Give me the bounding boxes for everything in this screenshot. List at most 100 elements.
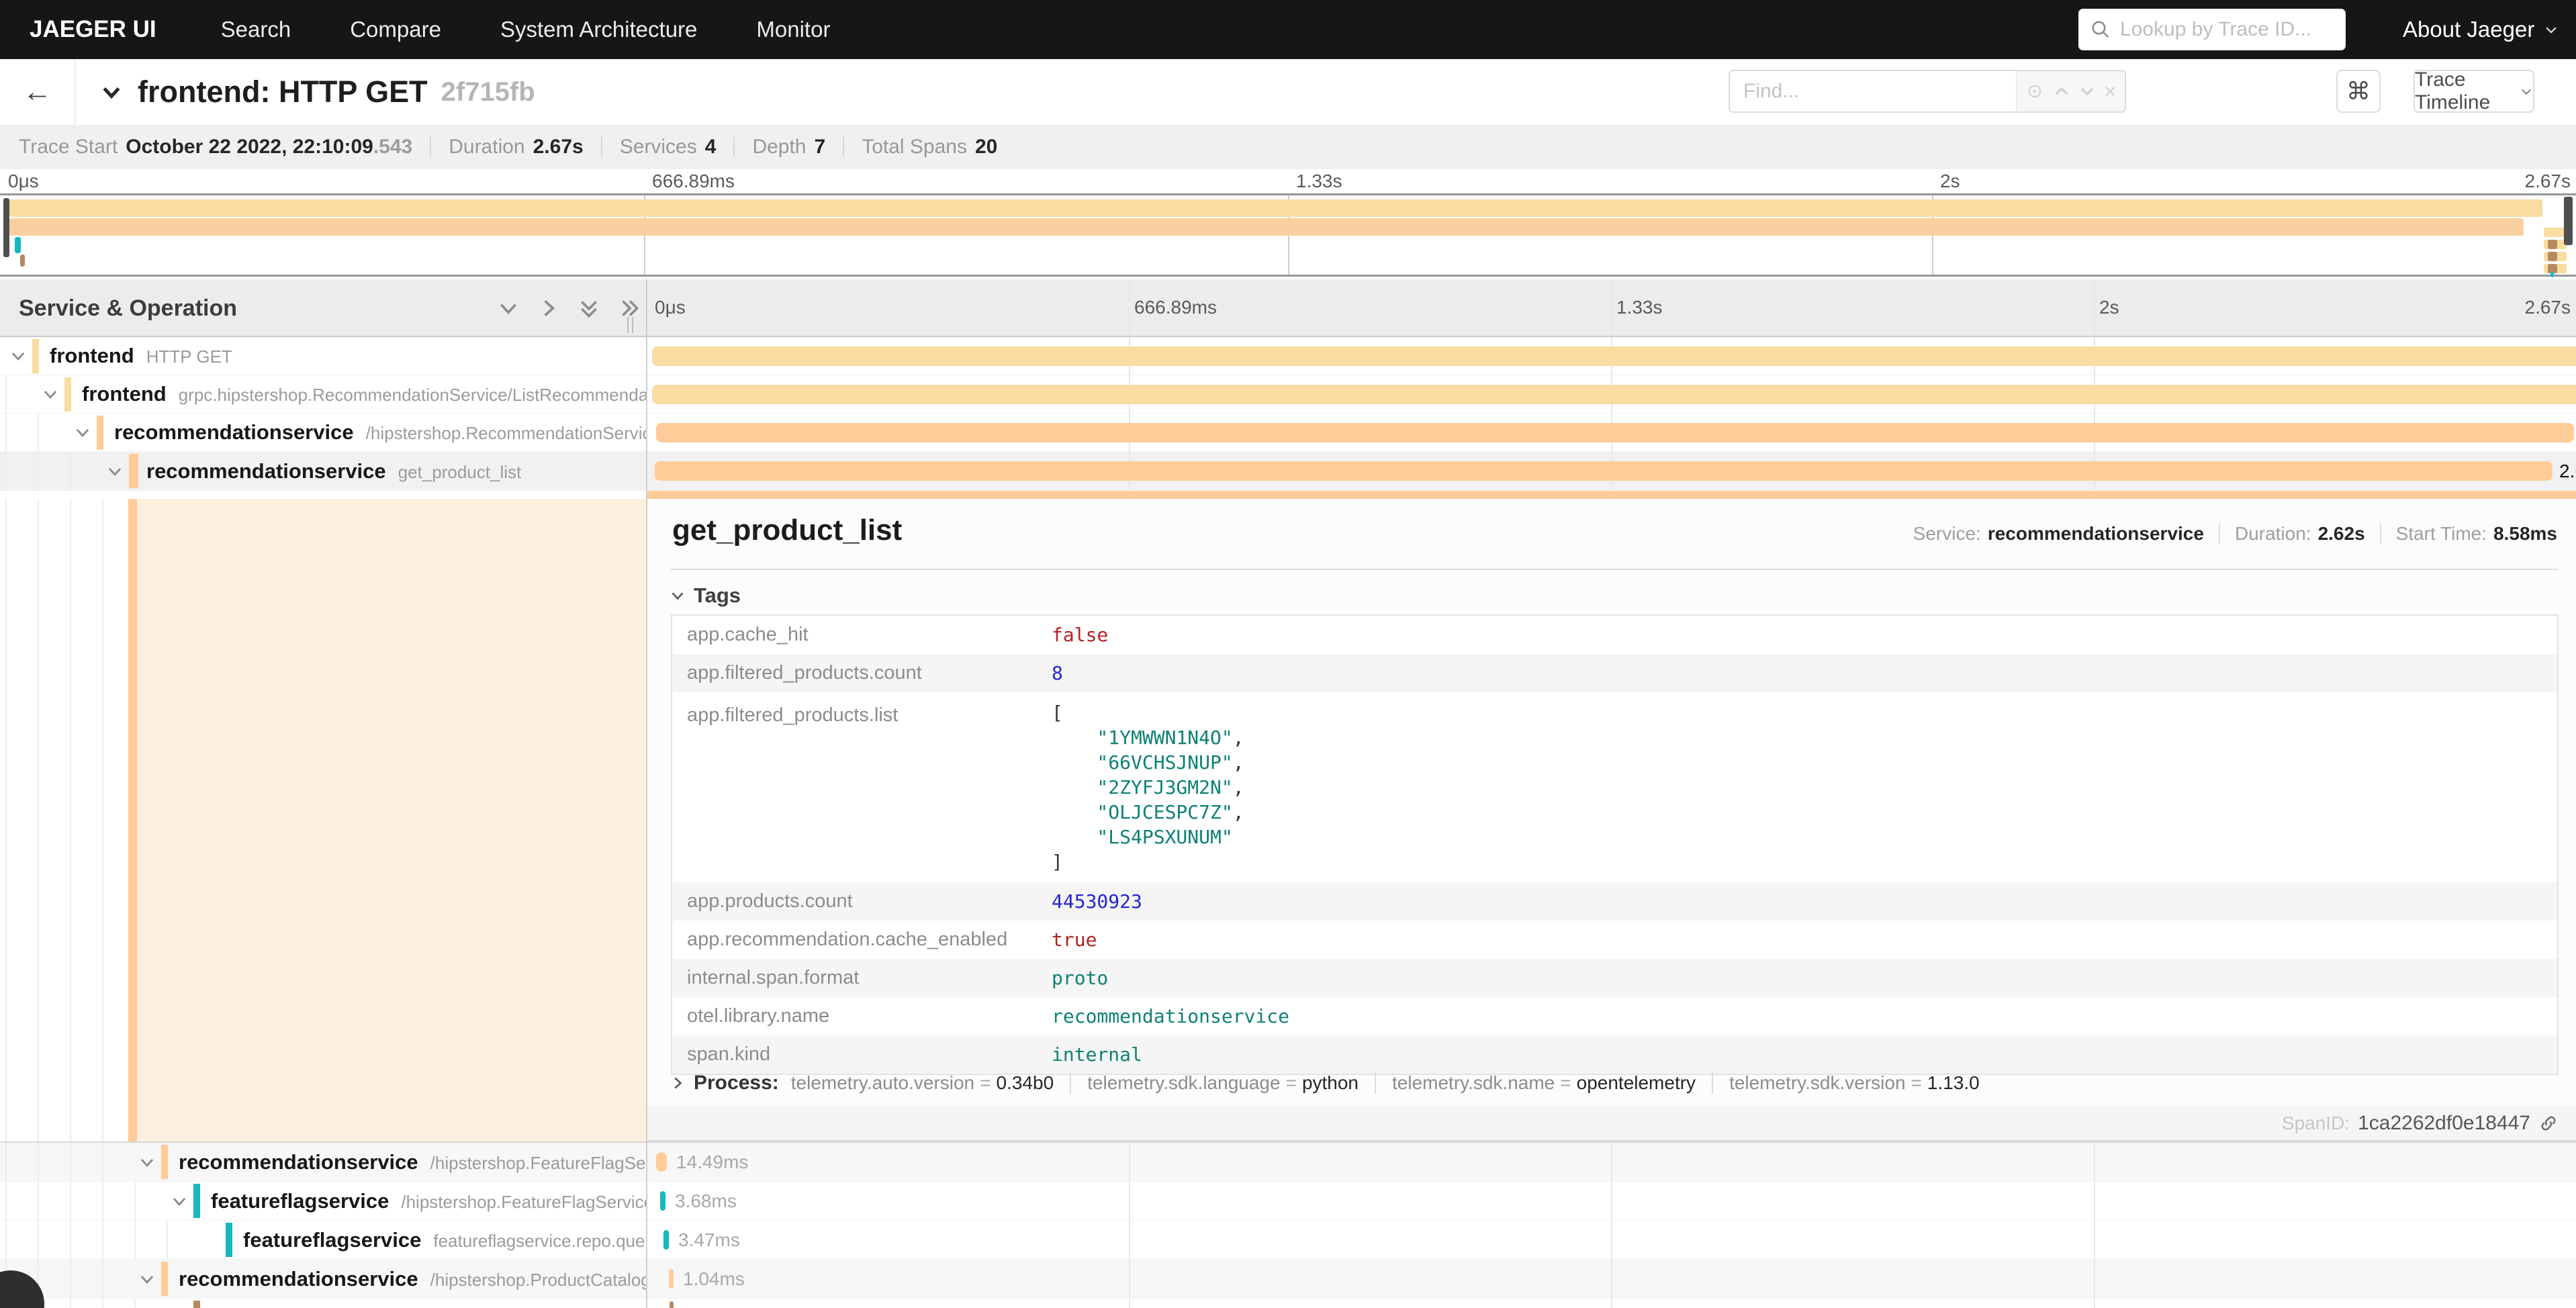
span-row-timeline-cell[interactable]: 14.49ms — [647, 1143, 2576, 1181]
trace-id-lookup[interactable] — [2078, 9, 2346, 50]
tags-section-toggle[interactable]: Tags — [670, 583, 741, 608]
find-input[interactable] — [1730, 71, 2016, 111]
trace-minimap[interactable] — [0, 193, 2576, 277]
service-color-bar[interactable] — [64, 377, 71, 412]
span-row-name-cell[interactable]: featureflagservicefeatureflagservice.rep… — [0, 1221, 646, 1259]
expand-chevron-icon[interactable] — [74, 424, 91, 441]
span-duration-bar[interactable] — [652, 346, 2576, 366]
service-color-bar[interactable] — [226, 1223, 232, 1257]
tag-value: false — [1052, 622, 1108, 647]
view-selector-button[interactable]: Trace Timeline — [2413, 70, 2534, 113]
span-row-timeline-cell[interactable] — [647, 414, 2576, 451]
span-row[interactable] — [0, 1299, 2576, 1308]
service-color-bar[interactable] — [193, 1301, 200, 1308]
summary-value: 20 — [975, 136, 997, 158]
service-color-bar[interactable] — [129, 454, 138, 488]
chevron-right-icon[interactable] — [670, 1075, 686, 1091]
service-color-bar[interactable] — [97, 416, 103, 450]
indent-guide — [5, 414, 7, 451]
collapse-all-icon[interactable] — [578, 297, 600, 320]
expand-chevron-icon[interactable] — [9, 347, 27, 365]
span-detail-panel: get_product_list Service:recommendations… — [647, 499, 2576, 1141]
span-row-timeline-cell[interactable]: 3.68ms — [647, 1182, 2576, 1220]
tag-row[interactable]: app.filtered_products.list[ "1YMWWN1N4O"… — [672, 692, 2557, 882]
minimap-scrubber-handle[interactable] — [3, 198, 9, 257]
tag-row[interactable]: app.recommendation.cache_enabledtrue — [672, 921, 2557, 959]
span-row[interactable]: featureflagservice/hipstershop.FeatureFl… — [0, 1182, 2576, 1221]
expand-chevron-icon[interactable] — [106, 463, 124, 480]
span-row[interactable]: frontendgrpc.hipstershop.RecommendationS… — [0, 375, 2576, 414]
locate-icon[interactable] — [2025, 82, 2044, 101]
span-duration-bar[interactable] — [652, 385, 2576, 404]
selected-span-highlight-fill — [137, 499, 646, 1141]
tag-row[interactable]: internal.span.formatproto — [672, 959, 2557, 997]
expand-chevron-icon[interactable] — [138, 1270, 156, 1288]
column-resizer-grip[interactable] — [627, 317, 633, 333]
trace-id-lookup-input[interactable] — [2120, 18, 2334, 41]
nav-item-monitor[interactable]: Monitor — [756, 17, 830, 42]
span-row-timeline-cell[interactable] — [647, 1299, 2576, 1308]
span-row-timeline-cell[interactable]: 1.04ms — [647, 1260, 2576, 1298]
span-row[interactable]: featureflagservicefeatureflagservice.rep… — [0, 1221, 2576, 1260]
span-row-name-cell[interactable]: frontendHTTP GET — [0, 337, 646, 375]
span-row-name-cell[interactable]: recommendationservice/hipstershop.Produc… — [0, 1260, 646, 1298]
service-color-bar[interactable] — [32, 339, 39, 373]
process-tag-value: 0.34b0 — [997, 1072, 1054, 1094]
keyboard-shortcuts-button[interactable]: ⌘ — [2336, 70, 2381, 113]
tag-row[interactable]: app.filtered_products.count8 — [672, 654, 2557, 692]
span-duration-bar[interactable] — [656, 423, 2574, 442]
span-row[interactable]: recommendationservice/hipstershop.Recomm… — [0, 414, 2576, 452]
clear-find-icon[interactable]: × — [2104, 81, 2117, 102]
nav-item-search[interactable]: Search — [221, 17, 291, 42]
expand-chevron-icon[interactable] — [42, 385, 59, 403]
column-divider[interactable] — [646, 279, 647, 1308]
tag-row[interactable]: otel.library.namerecommendationservice — [672, 997, 2557, 1035]
span-row-timeline-cell[interactable]: 2.62s — [647, 452, 2576, 490]
span-duration-bar[interactable] — [670, 1301, 674, 1308]
tag-row[interactable]: app.cache_hitfalse — [672, 616, 2557, 654]
span-duration-bar[interactable] — [669, 1269, 674, 1289]
minimap-tick: 2.67s — [2525, 171, 2571, 192]
collapse-one-icon[interactable] — [497, 297, 520, 320]
span-row-name-cell[interactable]: featureflagservice/hipstershop.FeatureFl… — [0, 1182, 646, 1220]
indent-guide — [134, 1299, 136, 1308]
service-color-bar[interactable] — [161, 1145, 168, 1179]
expand-one-icon[interactable] — [537, 297, 560, 320]
span-row-name-cell[interactable]: recommendationservice/hipstershop.Featur… — [0, 1143, 646, 1181]
span-row[interactable]: recommendationservice/hipstershop.Produc… — [0, 1260, 2576, 1299]
span-row[interactable]: recommendationserviceget_product_list2.6… — [0, 452, 2576, 491]
about-jaeger-menu[interactable]: About Jaeger — [2403, 0, 2559, 59]
span-duration-bar[interactable] — [660, 1191, 665, 1211]
span-row-timeline-cell[interactable]: 3.47ms — [647, 1221, 2576, 1259]
prev-match-icon[interactable] — [2053, 83, 2070, 100]
collapse-trace-chevron[interactable] — [100, 81, 123, 103]
span-duration-bar[interactable] — [655, 461, 2552, 481]
expand-chevron-icon[interactable] — [138, 1154, 156, 1171]
nav-item-compare[interactable]: Compare — [350, 17, 441, 42]
gridline — [2094, 279, 2095, 336]
separator — [843, 137, 844, 157]
app-brand[interactable]: JAEGER UI — [30, 16, 156, 43]
span-row-timeline-cell[interactable] — [647, 337, 2576, 375]
minimap-scrubber-handle[interactable] — [2564, 197, 2573, 245]
service-color-bar[interactable] — [193, 1184, 200, 1218]
span-row[interactable]: recommendationservice/hipstershop.Featur… — [0, 1143, 2576, 1182]
span-row-name-cell[interactable]: recommendationserviceget_product_list — [0, 452, 646, 490]
tag-row[interactable]: app.products.count44530923 — [672, 882, 2557, 921]
next-match-icon[interactable] — [2078, 83, 2096, 100]
expand-all-icon[interactable] — [618, 297, 641, 320]
minimap-tick: 1.33s — [1296, 171, 1342, 192]
span-duration-bar[interactable] — [663, 1230, 669, 1250]
span-row-timeline-cell[interactable] — [647, 375, 2576, 413]
span-row-name-cell[interactable]: frontendgrpc.hipstershop.RecommendationS… — [0, 375, 646, 413]
list-comma: , — [1233, 751, 1244, 774]
nav-item-system-architecture[interactable]: System Architecture — [500, 17, 697, 42]
service-color-bar[interactable] — [161, 1262, 168, 1296]
span-row-name-cell[interactable]: recommendationservice/hipstershop.Recomm… — [0, 414, 646, 451]
back-button[interactable]: ← — [0, 59, 76, 125]
copy-link-icon[interactable] — [2538, 1113, 2559, 1133]
span-row-name-cell[interactable] — [0, 1299, 646, 1308]
expand-chevron-icon[interactable] — [171, 1193, 188, 1210]
span-row[interactable]: frontendHTTP GET — [0, 337, 2576, 375]
span-duration-bar[interactable] — [656, 1152, 667, 1172]
